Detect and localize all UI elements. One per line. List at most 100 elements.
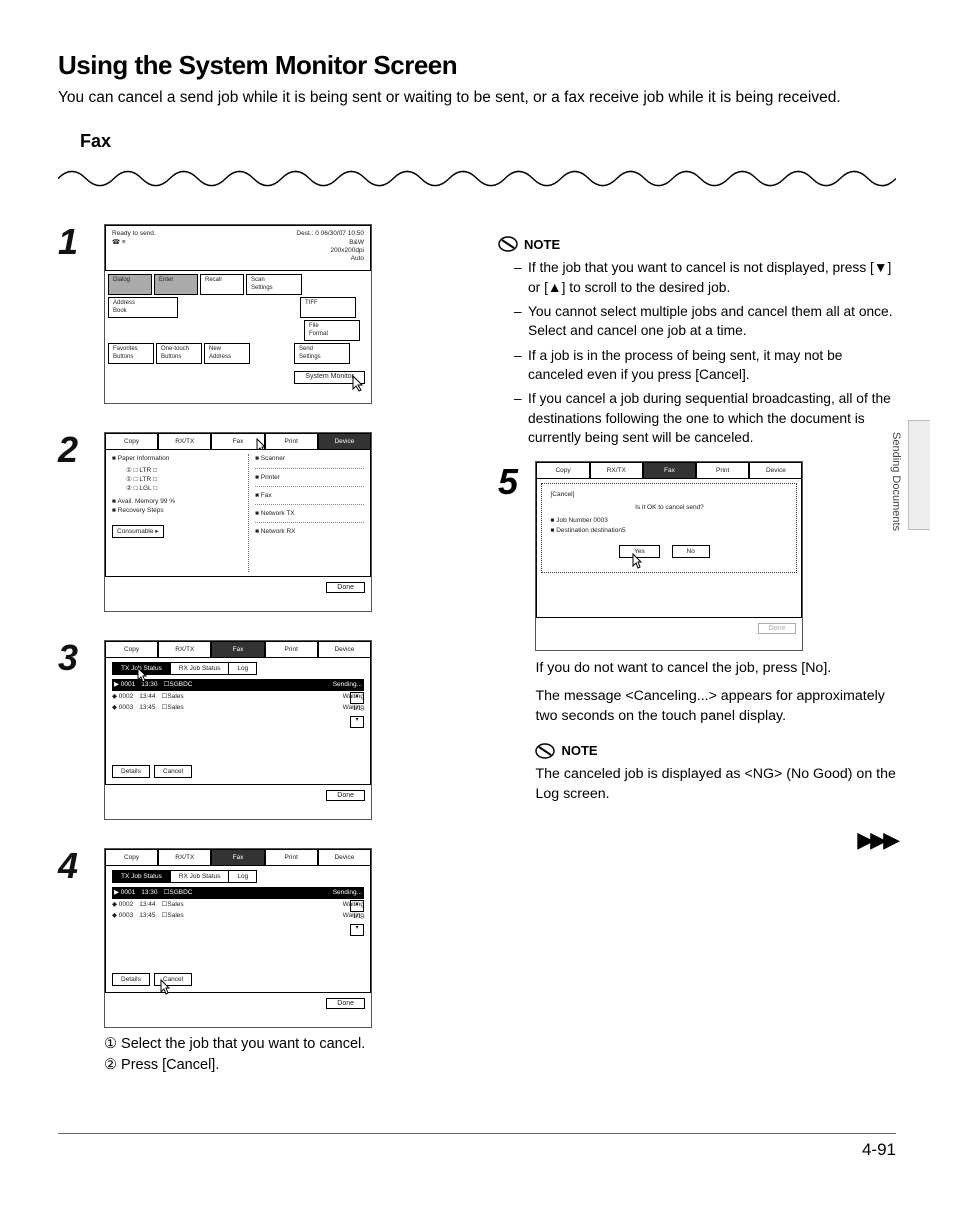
done-button[interactable]: Done: [326, 998, 365, 1009]
dest-count: Dest.: 0: [296, 230, 318, 237]
cancel-button[interactable]: Cancel: [154, 765, 192, 778]
subtab-rx[interactable]: RX Job Status: [170, 662, 230, 675]
tab-fax[interactable]: Fax: [211, 849, 264, 865]
consumable-button[interactable]: Consumable ▸: [112, 525, 164, 538]
step4-caption1: ① Select the job that you want to cancel…: [104, 1034, 448, 1054]
after5-p1: If you do not want to cancel the job, pr…: [535, 659, 896, 679]
yes-button[interactable]: Yes: [619, 545, 660, 558]
tab-print[interactable]: Print: [265, 433, 318, 449]
note-heading: NOTE: [498, 234, 896, 254]
step-4: 4 Copy RX/TX Fax Print Device TX Job Sta…: [58, 848, 448, 1075]
enter-button[interactable]: Enter: [154, 274, 198, 295]
tab-rxtx[interactable]: RX/TX: [158, 849, 211, 865]
subtab-tx[interactable]: TX Job Status: [112, 662, 171, 675]
no-button[interactable]: No: [672, 545, 710, 558]
onetouch-button[interactable]: One-touch Buttons: [156, 343, 202, 364]
mode-dpi: 200x200dpi: [330, 247, 364, 254]
address-book-button[interactable]: Address Book: [108, 297, 178, 318]
wave-divider: [58, 162, 896, 188]
scroll-up-button[interactable]: ▴: [350, 900, 364, 912]
tab-rxtx[interactable]: RX/TX: [158, 641, 211, 657]
note-item: You cannot select multiple jobs and canc…: [514, 302, 896, 341]
tab-copy[interactable]: Copy: [536, 462, 589, 478]
step-number: 4: [58, 848, 104, 884]
cancel-dest: ■ Destination destination5: [550, 526, 788, 535]
tab-rxtx[interactable]: RX/TX: [158, 433, 211, 449]
section-heading: Fax: [80, 131, 896, 152]
recall-button[interactable]: Recall: [200, 274, 244, 295]
step4-caption2: ② Press [Cancel].: [104, 1055, 448, 1075]
job-list: ▶ 000113:30☐SGBDCSending...◆ 000213:44☐S…: [112, 679, 364, 712]
mode-bw: B&W: [349, 239, 364, 246]
done-button[interactable]: Done: [758, 623, 797, 634]
note-label: NOTE: [561, 743, 597, 758]
after5-p2: The message <Canceling...> appears for a…: [535, 687, 896, 727]
done-button[interactable]: Done: [326, 582, 365, 593]
scroll-up-button[interactable]: ▴: [350, 692, 364, 704]
step-2: 2 Copy RX/TX Fax Print Device: [58, 432, 448, 612]
paper-line: ① □ LTR □: [126, 466, 248, 475]
tab-fax[interactable]: Fax: [643, 462, 696, 478]
job-row[interactable]: ◆ 000313:45☐SalesWaiting: [112, 910, 364, 921]
tab-device[interactable]: Device: [318, 849, 371, 865]
dialog-button[interactable]: Dialog: [108, 274, 152, 295]
note2-body: The canceled job is displayed as <NG> (N…: [535, 765, 896, 805]
subtab-log[interactable]: Log: [228, 870, 257, 883]
tab-print[interactable]: Print: [265, 849, 318, 865]
tab-fax[interactable]: Fax: [211, 433, 264, 449]
note-icon: [498, 234, 518, 254]
tab-fax[interactable]: Fax: [211, 641, 264, 657]
system-monitor-button[interactable]: System Monitor: [294, 371, 365, 384]
job-list: ▶ 000113:30☐SGBDCSending...◆ 000213:44☐S…: [112, 887, 364, 920]
step-number: 1: [58, 224, 104, 260]
tab-print[interactable]: Print: [696, 462, 749, 478]
subtab-rx[interactable]: RX Job Status: [170, 870, 230, 883]
paper-info-label: ■ Paper Information: [112, 454, 248, 463]
note-item: If the job that you want to cancel is no…: [514, 258, 896, 297]
tab-fax-label: Fax: [233, 438, 244, 445]
file-format-button[interactable]: File Format: [304, 320, 360, 341]
details-button[interactable]: Details: [112, 973, 150, 986]
cancel-dialog-screen: Copy RX/TX Fax Print Device [Cancel] Is …: [535, 461, 803, 651]
avail-memory: ■ Avail. Memory 99 %: [112, 497, 248, 506]
cancel-prompt: Is it OK to cancel send?: [550, 503, 788, 512]
status-scanner: ■ Scanner: [255, 454, 364, 463]
scan-settings-button[interactable]: Scan Settings: [246, 274, 302, 295]
tab-copy[interactable]: Copy: [105, 433, 158, 449]
cursor-icon: [350, 374, 366, 394]
ready-text: Ready to send.: [112, 230, 156, 237]
tab-print[interactable]: Print: [265, 641, 318, 657]
tab-rxtx[interactable]: RX/TX: [590, 462, 643, 478]
section-side-tab: [908, 420, 930, 530]
tab-device[interactable]: Device: [318, 641, 371, 657]
note-icon: [535, 741, 555, 761]
subtab-log[interactable]: Log: [228, 662, 257, 675]
job-row[interactable]: ▶ 000113:30☐SGBDCSending...: [112, 679, 364, 690]
newaddress-button[interactable]: New Address: [204, 343, 250, 364]
cancel-jobnum: ■ Job Number 0003: [550, 516, 788, 525]
tab-device[interactable]: Device: [318, 433, 371, 449]
cursor-icon: [630, 552, 644, 570]
tab-copy[interactable]: Copy: [105, 849, 158, 865]
tab-device[interactable]: Device: [749, 462, 802, 478]
scroll-down-button[interactable]: ▾: [350, 924, 364, 936]
job-row[interactable]: ▶ 000113:30☐SGBDCSending...: [112, 887, 364, 898]
done-button[interactable]: Done: [326, 790, 365, 801]
subtab-tx[interactable]: TX Job Status: [112, 870, 171, 883]
status-netrx: ■ Network RX: [255, 527, 364, 536]
note-heading: NOTE: [535, 741, 896, 761]
step-number: 3: [58, 640, 104, 676]
tx-status-screen-cancel: Copy RX/TX Fax Print Device TX Job Statu…: [104, 848, 372, 1028]
job-row[interactable]: ◆ 000313:45☐SalesWaiting: [112, 702, 364, 713]
job-row[interactable]: ◆ 000213:44☐SalesWaiting: [112, 899, 364, 910]
details-button[interactable]: Details: [112, 765, 150, 778]
cancel-button[interactable]: Cancel: [154, 973, 192, 986]
job-row[interactable]: ◆ 000213:44☐SalesWaiting: [112, 691, 364, 702]
favorites-button[interactable]: Favorites Buttons: [108, 343, 154, 364]
page-fraction: 1/1: [353, 706, 361, 712]
scroll-down-button[interactable]: ▾: [350, 716, 364, 728]
status-screen: Copy RX/TX Fax Print Device ■ Paper Info…: [104, 432, 372, 612]
tab-copy[interactable]: Copy: [105, 641, 158, 657]
paper-line: ① □ LTR □: [126, 475, 248, 484]
send-settings-button[interactable]: Send Settings: [294, 343, 350, 364]
